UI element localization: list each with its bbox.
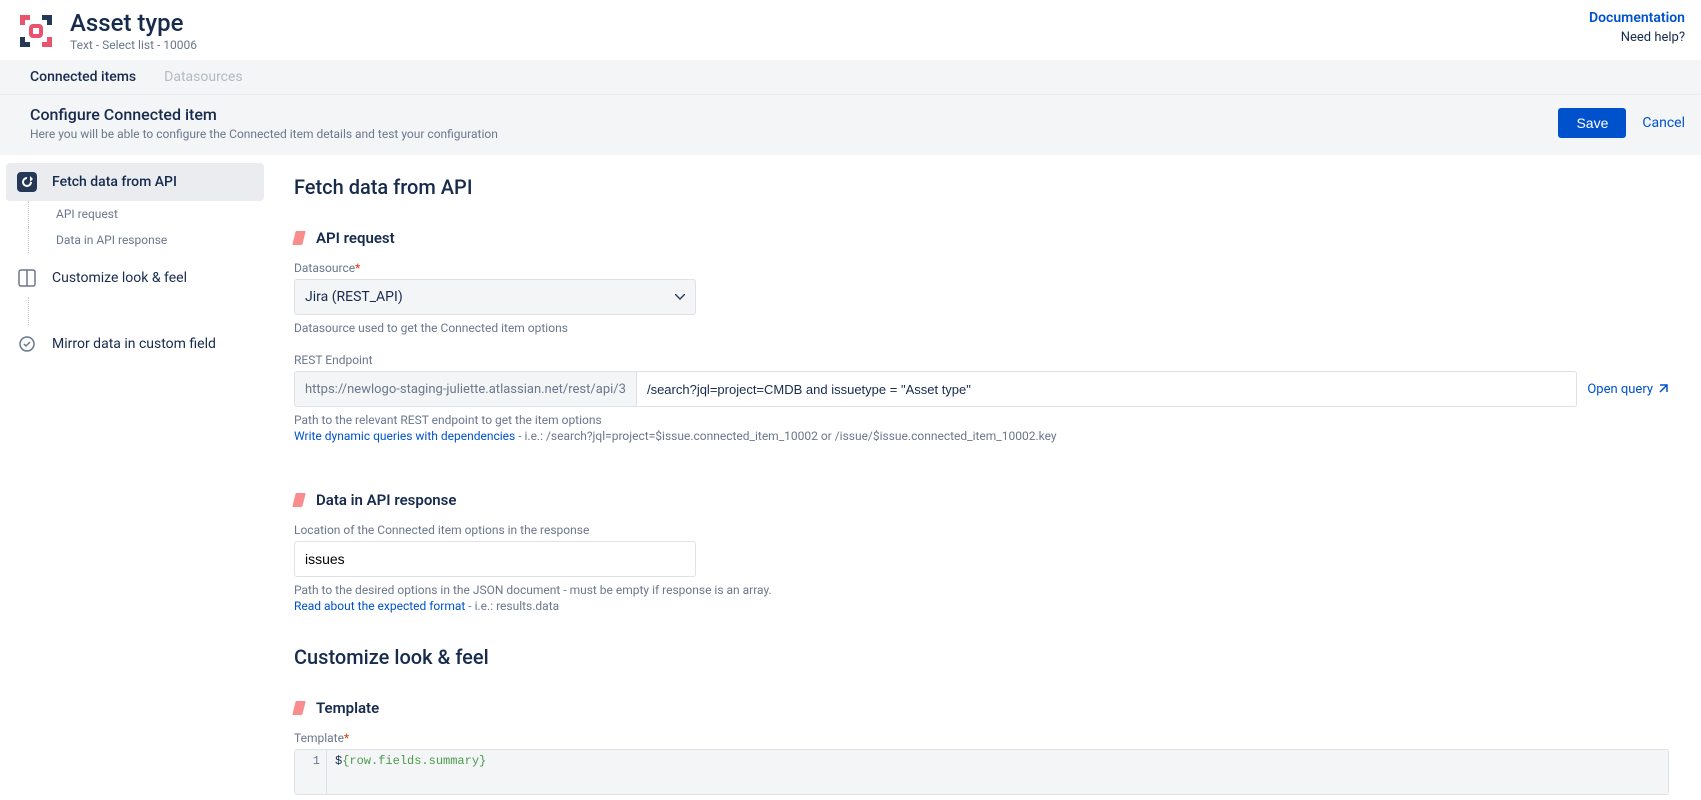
section-data-response: Data in API response	[294, 491, 1669, 509]
sidenav-customize-spacer	[6, 297, 264, 325]
save-button[interactable]: Save	[1558, 108, 1626, 138]
chevron-down-icon	[675, 294, 685, 300]
datasource-select[interactable]: Jira (REST_API)	[294, 279, 696, 315]
location-label: Location of the Connected item options i…	[294, 523, 1669, 537]
page-subtitle: Text - Select list - 10006	[70, 38, 197, 52]
section-api-request: API request	[294, 229, 1669, 247]
rest-hint: Path to the relevant REST endpoint to ge…	[294, 413, 1669, 427]
section-marker-icon	[292, 231, 305, 245]
app-logo-icon	[16, 11, 56, 51]
format-link[interactable]: Read about the expected format	[294, 599, 465, 613]
code-line[interactable]: ${row.fields.summary}	[327, 750, 1668, 794]
tabbar: Connected items Datasources	[0, 60, 1701, 94]
sidenav-fetch-data[interactable]: Fetch data from API	[6, 163, 264, 201]
sidenav-item-label: Fetch data from API	[52, 174, 177, 190]
rest-dynamic-hint: Write dynamic queries with dependencies …	[294, 429, 1669, 443]
location-format-hint: Read about the expected format - i.e.: r…	[294, 599, 1669, 613]
tab-datasources[interactable]: Datasources	[164, 69, 243, 85]
page-title: Asset type	[70, 10, 197, 36]
template-editor[interactable]: 1 ${row.fields.summary}	[294, 749, 1669, 795]
rest-endpoint-label: REST Endpoint	[294, 353, 1669, 367]
mirror-icon	[16, 333, 38, 355]
content[interactable]: Fetch data from API API request Datasour…	[270, 155, 1701, 800]
gutter: 1	[295, 750, 327, 794]
dynamic-queries-link[interactable]: Write dynamic queries with dependencies	[294, 429, 515, 443]
sidenav: Fetch data from API API request Data in …	[0, 155, 270, 800]
section-marker-icon	[292, 493, 305, 507]
template-label: Template*	[294, 731, 1669, 745]
subheader: Configure Connected item Here you will b…	[0, 94, 1701, 155]
documentation-link[interactable]: Documentation	[1589, 10, 1685, 26]
sidenav-data-in-response[interactable]: Data in API response	[6, 227, 264, 253]
sidenav-api-request[interactable]: API request	[6, 201, 264, 227]
rest-endpoint-input[interactable]	[637, 371, 1577, 407]
sidenav-customize[interactable]: Customize look & feel	[6, 259, 264, 297]
open-query-link[interactable]: Open query	[1587, 382, 1669, 397]
topbar: Asset type Text - Select list - 10006 Do…	[0, 0, 1701, 60]
section-template: Template	[294, 699, 1669, 717]
logo-block: Asset type Text - Select list - 10006	[16, 10, 197, 52]
sidenav-mirror[interactable]: Mirror data in custom field	[6, 325, 264, 363]
datasource-hint: Datasource used to get the Connected ite…	[294, 321, 1669, 335]
cancel-link[interactable]: Cancel	[1642, 115, 1685, 131]
top-links: Documentation Need help?	[1589, 10, 1685, 49]
sidenav-item-label: Customize look & feel	[52, 270, 187, 286]
rest-endpoint-prefix: https://newlogo-staging-juliette.atlassi…	[294, 371, 637, 407]
section-marker-icon	[292, 701, 305, 715]
fetch-icon	[16, 171, 38, 193]
sidenav-item-label: Mirror data in custom field	[52, 336, 216, 352]
need-help-link[interactable]: Need help?	[1589, 30, 1685, 45]
customize-heading: Customize look & feel	[294, 645, 1669, 669]
fetch-heading: Fetch data from API	[294, 175, 1669, 199]
tab-connected-items[interactable]: Connected items	[30, 69, 136, 85]
location-hint: Path to the desired options in the JSON …	[294, 583, 1669, 597]
subheader-desc: Here you will be able to configure the C…	[30, 127, 498, 141]
customize-icon	[16, 267, 38, 289]
external-link-icon	[1657, 383, 1669, 395]
location-input[interactable]	[294, 541, 696, 577]
datasource-label: Datasource*	[294, 261, 1669, 275]
subheader-title: Configure Connected item	[30, 105, 498, 124]
